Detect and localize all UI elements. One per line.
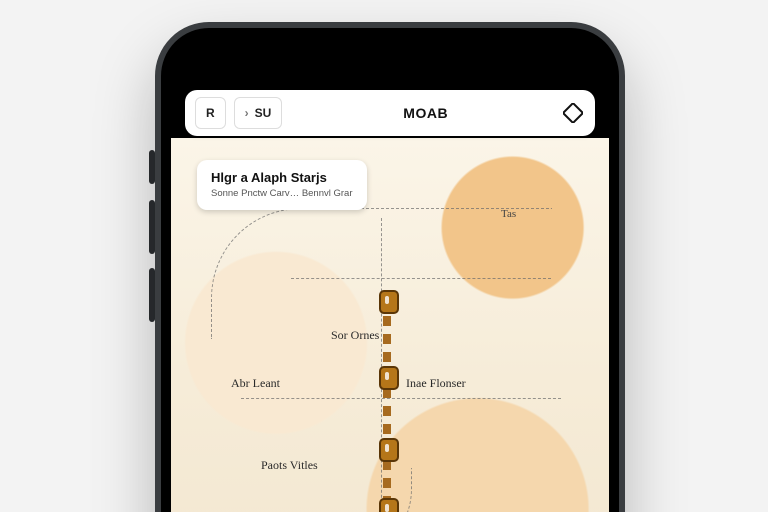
map-road	[241, 398, 561, 400]
filter-chip-r[interactable]: R	[195, 97, 226, 129]
map-label: Inae Flonser	[406, 376, 466, 391]
chevron-right-icon: ›	[245, 106, 249, 120]
map-label: Sor Ornes	[331, 328, 379, 343]
map-label: Abr Leant	[231, 376, 280, 391]
phone-notch	[302, 38, 478, 74]
search-bar[interactable]: R › SU MOAB	[185, 90, 595, 136]
route-line	[383, 298, 391, 512]
filter-chip-r-label: R	[206, 106, 215, 120]
map-pin-icon[interactable]	[379, 290, 399, 314]
directions-icon[interactable]	[561, 101, 585, 125]
phone-frame: 12:32 R › SU MOAB	[155, 22, 625, 512]
battery-icon	[563, 56, 587, 68]
status-time: 12:32	[193, 52, 239, 73]
signal-icon	[539, 56, 557, 68]
filter-chip-su[interactable]: › SU	[234, 97, 283, 129]
map-pin-icon[interactable]	[379, 366, 399, 390]
filter-chip-su-label: SU	[255, 106, 272, 120]
place-info-subtitle: Sonne Pnctw Carv… Bennvl Grar	[211, 188, 353, 200]
place-info-card[interactable]: Hlgr a Alaph Starjs Sonne Pnctw Carv… Be…	[197, 160, 367, 210]
map-road	[291, 278, 551, 280]
phone-screen: 12:32 R › SU MOAB	[171, 38, 609, 512]
location-title: MOAB	[290, 105, 561, 121]
map-pin-icon[interactable]	[379, 498, 399, 512]
map-label: Tas	[501, 208, 516, 220]
map-label: Paots Vitles	[261, 458, 318, 473]
place-info-title: Hlgr a Alaph Starjs	[211, 170, 353, 185]
map-pin-icon[interactable]	[379, 438, 399, 462]
